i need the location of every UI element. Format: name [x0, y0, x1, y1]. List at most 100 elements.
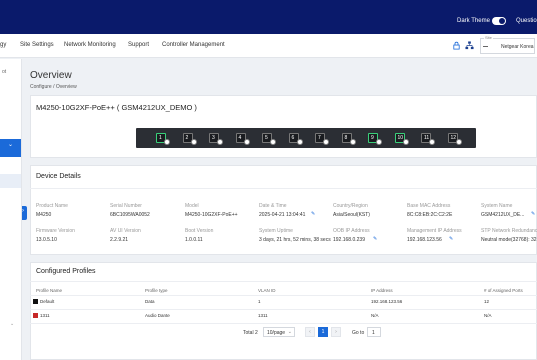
port-status-icon	[217, 139, 223, 145]
main-nav-bar: gy Site Settings Network Monitoring Supp…	[0, 34, 537, 58]
dark-theme-label: Dark Theme	[457, 18, 490, 24]
detail-value: 2.2.9.21	[110, 237, 129, 243]
detail-value: 2025-04-21 13:04:41	[259, 212, 306, 218]
nav-item-controller-management[interactable]: Controller Management	[162, 42, 225, 48]
detail-value: 8C:C8:EB:2C:C2:2E	[407, 212, 453, 218]
topology-icon[interactable]	[465, 41, 474, 50]
edit-icon[interactable]: ✎	[311, 211, 315, 217]
detail-label: System Uptime	[259, 228, 293, 234]
detail-value: 3 days, 21 hrs, 52 mins, 38 secs	[259, 237, 331, 243]
port-status-icon	[243, 139, 250, 145]
detail-label: Model	[185, 203, 199, 209]
switch-port[interactable]: 3	[209, 133, 223, 145]
profile-color-swatch	[33, 313, 38, 318]
nav-item-partial[interactable]: gy	[0, 42, 6, 48]
edit-icon[interactable]: ✎	[373, 236, 377, 242]
chevron-down-icon: ⌄	[287, 329, 292, 335]
top-header-bar: Dark Theme Questio	[0, 0, 537, 34]
switch-port[interactable]: 6	[288, 133, 303, 145]
profile-vlan: 1311	[258, 313, 268, 318]
switch-port[interactable]: 5	[262, 133, 276, 145]
divider	[30, 309, 537, 310]
device-details-title: Device Details	[36, 173, 81, 180]
port-number: 1	[159, 135, 162, 141]
port-status-icon	[296, 139, 303, 145]
questions-link[interactable]: Questio	[516, 18, 537, 24]
chevron-icon[interactable]: ⌄	[10, 321, 14, 327]
edit-icon[interactable]: ✎	[531, 211, 535, 217]
switch-port[interactable]: 12	[447, 133, 462, 145]
divider	[30, 188, 537, 189]
port-number: 8	[344, 135, 348, 141]
profiles-card	[30, 262, 537, 360]
switch-port[interactable]: 8	[341, 133, 356, 145]
profile-ip: 192.168.123.56	[371, 299, 403, 304]
col-header-assigned-ports: # of Assigned Ports	[484, 288, 523, 293]
device-model-title: M4250-10G2XF-PoE++ ( GSM4212UX_DEMO )	[36, 103, 197, 112]
next-page-button[interactable]: ›	[331, 327, 341, 337]
page-number-current[interactable]: 1	[318, 327, 328, 337]
switch-port[interactable]: 1	[156, 133, 170, 145]
port-number: 9	[371, 135, 374, 141]
port-status-icon	[270, 139, 276, 145]
profile-ports: 12	[484, 299, 490, 304]
sidebar-item-active[interactable]	[0, 139, 21, 157]
lock-icon[interactable]	[452, 41, 461, 50]
nav-item-network-monitoring[interactable]: Network Monitoring	[64, 42, 116, 48]
nav-item-site-settings[interactable]: Site Settings	[20, 42, 54, 48]
port-status-icon	[429, 139, 435, 145]
sidebar-item-overview[interactable]	[0, 174, 21, 188]
sidebar-partial-label: ot	[2, 69, 7, 75]
port-number: 2	[185, 135, 189, 141]
switch-port[interactable]: 11	[421, 133, 435, 145]
breadcrumb: Configure / Overview	[30, 84, 77, 90]
detail-label: Serial Number	[110, 203, 142, 209]
profile-ports: N/A	[484, 313, 492, 318]
sidebar-collapse-button[interactable]	[22, 206, 27, 220]
switch-port[interactable]: 2	[182, 133, 197, 145]
site-dash-icon	[483, 46, 488, 47]
site-selector-value: Netgear Korea	[501, 44, 534, 50]
switch-port[interactable]: 7	[315, 133, 329, 145]
detail-value: 192.168.0.239	[333, 237, 365, 243]
detail-value: Asia/Seoul(KST)	[333, 212, 370, 218]
dark-theme-toggle[interactable]	[492, 17, 506, 25]
switch-port[interactable]: 4	[235, 133, 250, 145]
nav-item-support[interactable]: Support	[128, 42, 149, 48]
port-number: 4	[238, 135, 242, 141]
page-title: Overview	[30, 70, 72, 81]
profile-name: 1311	[40, 313, 50, 318]
goto-label: Go to	[352, 330, 365, 336]
port-status-icon	[455, 139, 462, 145]
profile-vlan: 1	[258, 299, 261, 304]
profile-type: Audio Dante	[145, 313, 170, 318]
site-selector[interactable]: Site Netgear Korea	[480, 35, 535, 54]
port-number: 3	[212, 135, 215, 141]
port-status-icon	[376, 139, 382, 145]
switch-port[interactable]: 9	[368, 133, 382, 145]
pagination-total: Total 2	[243, 330, 258, 336]
page-size-value: 10/page	[267, 330, 286, 336]
divider	[30, 281, 537, 282]
detail-label: Base MAC Address	[407, 203, 451, 209]
prev-page-button[interactable]: ‹	[305, 327, 315, 337]
switch-port[interactable]: 10	[394, 133, 409, 145]
detail-value: 192.168.123.56	[407, 237, 442, 243]
edit-icon[interactable]: ✎	[449, 236, 453, 242]
divider	[30, 323, 537, 324]
page-size-select[interactable]: 10/page ⌄	[263, 327, 295, 337]
profile-name: Default	[40, 299, 55, 304]
port-number: 5	[265, 135, 268, 141]
switch-front-panel: 1 2 3 4 5 6 7 8 9 10 11 12	[136, 128, 476, 148]
detail-value: M4250	[36, 212, 52, 218]
profiles-title: Configured Profiles	[36, 268, 96, 275]
detail-value: Neutral mode(32768): 32	[481, 237, 537, 243]
col-header-vlan-id: VLAN ID	[258, 288, 276, 293]
col-header-profile-type: Profile type	[145, 288, 168, 293]
profile-type: Data	[145, 299, 155, 304]
detail-label: Firmware Version	[36, 228, 75, 234]
goto-page-input[interactable]: 1	[367, 327, 381, 337]
detail-label: Date & Time	[259, 203, 287, 209]
detail-label: STP Network Redundancy	[481, 228, 537, 234]
detail-label: OOB IP Address	[333, 228, 370, 234]
